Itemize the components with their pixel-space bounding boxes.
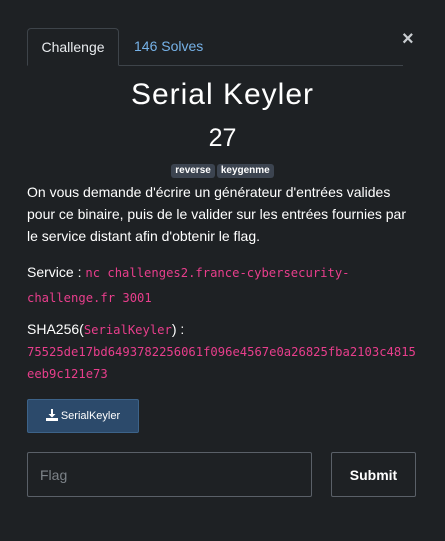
submit-button[interactable]: Submit [331, 452, 416, 497]
download-label: SerialKeyler [60, 410, 121, 422]
service-info: Service : nc challenges2.france-cybersec… [27, 260, 419, 310]
sha-prefix: SHA256( [27, 321, 84, 337]
tab-challenge[interactable]: Challenge [27, 28, 119, 66]
challenge-description: On vous demande d'écrire un générateur d… [27, 184, 406, 244]
tag-badge: keygenme [216, 164, 274, 178]
challenge-value: 27 [208, 124, 237, 152]
sha-hash: 75525de17bd6493782256061f096e4567e0a2682… [27, 345, 416, 381]
sha256-info: SHA256(SerialKeyler) : 75525de17bd649378… [27, 318, 419, 385]
challenge-modal: Challenge 146 Solves × Serial Keyler 27 … [0, 0, 445, 541]
flag-input[interactable] [27, 452, 312, 497]
sha-filename: SerialKeyler [83, 323, 172, 337]
challenge-title: Serial Keyler [130, 78, 315, 111]
tab-solves[interactable]: 146 Solves [134, 28, 203, 64]
tag-badge: reverse [171, 164, 215, 178]
download-icon [45, 409, 58, 421]
sha-suffix: ) : [171, 321, 185, 337]
challenge-tabs: Challenge 146 Solves [27, 28, 403, 66]
service-label: Service : [27, 264, 86, 280]
challenge-tags: reverse keygenme [0, 164, 445, 178]
download-file-button[interactable]: SerialKeyler [27, 399, 139, 433]
close-icon[interactable]: × [402, 29, 416, 49]
